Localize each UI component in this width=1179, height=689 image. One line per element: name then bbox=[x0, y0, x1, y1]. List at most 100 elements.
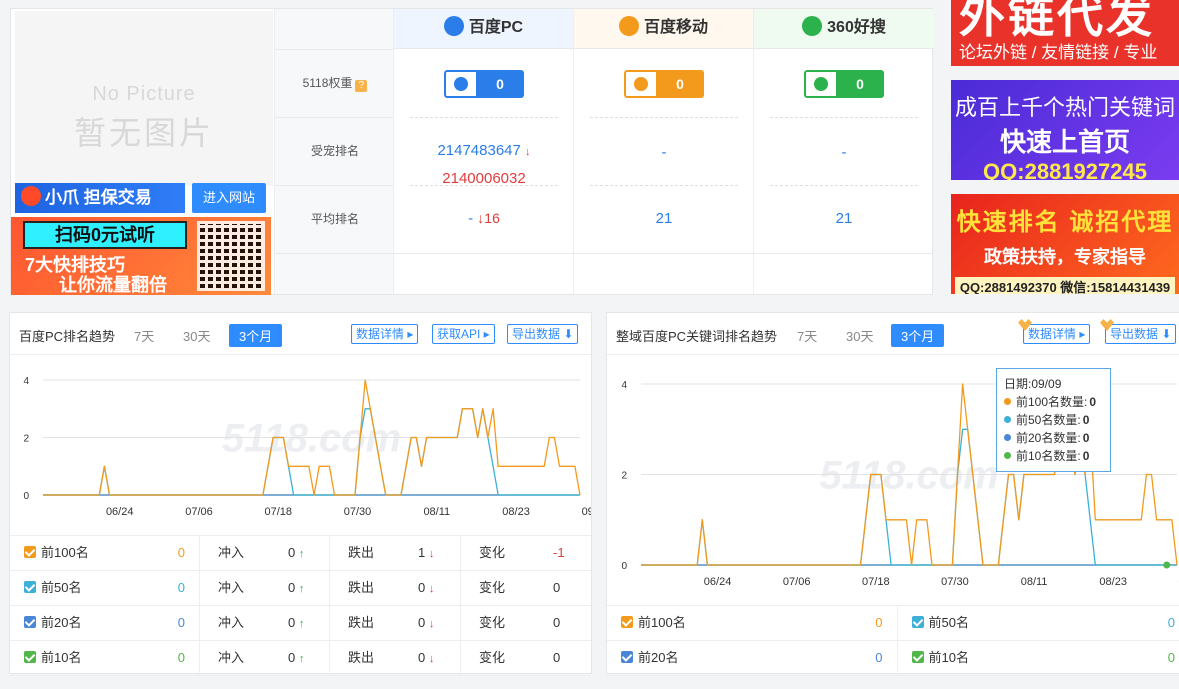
ad-keywords[interactable]: 成百上千个热门关键词 快速上首页 QQ:2881927245 bbox=[951, 80, 1179, 180]
range-30d[interactable]: 30天 bbox=[846, 326, 873, 345]
ad1-subline: 论坛外链 / 友情链接 / 专业 bbox=[959, 43, 1158, 62]
nopic-zh: 暂无图片 bbox=[73, 115, 214, 151]
site-overview-card: No Picture 暂无图片 小爪 担保交易 进入网站 扫码0元试听 7大快排… bbox=[10, 8, 934, 295]
arrow-down-icon: ↓ bbox=[428, 583, 435, 595]
change-value: 0 bbox=[553, 580, 561, 595]
series-name: 前10名 bbox=[41, 650, 82, 665]
x-tick-label: 07/18 bbox=[862, 576, 890, 588]
series-name: 前100名 bbox=[41, 545, 89, 560]
x-tick-label: 07/18 bbox=[264, 506, 292, 518]
enter-site-button[interactable]: 进入网站 bbox=[192, 183, 266, 213]
xiaozhua-logo-icon bbox=[21, 186, 41, 206]
export-data-button[interactable]: 导出数据 ⬇ bbox=[1100, 319, 1177, 344]
checkbox-icon[interactable] bbox=[621, 651, 633, 663]
series-dot-icon bbox=[1004, 416, 1011, 423]
series-name: 前20名 bbox=[638, 650, 679, 665]
y-tick-label: 4 bbox=[621, 380, 627, 391]
checkbox-icon[interactable] bbox=[24, 546, 36, 558]
series-count: 0 bbox=[177, 545, 185, 560]
rush-in-cell: 冲入 0 ↑ bbox=[200, 571, 330, 605]
checkbox-icon[interactable] bbox=[911, 616, 924, 628]
range-7d[interactable]: 7天 bbox=[134, 326, 154, 345]
avg-rank-value: 21 bbox=[655, 210, 673, 227]
export-data-button[interactable]: 导出数据 ⬇ bbox=[507, 324, 579, 344]
domain-stats-table: 前100名 0 前50名 0 前20名 0 前10名 0 bbox=[607, 605, 1179, 676]
help-icon[interactable]: ? bbox=[355, 80, 368, 92]
panel-header: 百度PC排名趋势 7天 30天 3个月 数据详情 ▸ 获取API ▸ 导出数据 … bbox=[10, 313, 591, 355]
series-toggle[interactable]: 前20名 0 bbox=[607, 641, 898, 675]
series-toggle[interactable]: 前100名 0 bbox=[10, 536, 200, 570]
chart-tooltip: 日期:09/09 前100名数量: 0 前50名数量: 0 前20名数量: 0 前10名数量… bbox=[996, 368, 1111, 472]
series-toggle[interactable]: 前100名 0 bbox=[607, 606, 898, 640]
engine-col-baidu-pc: 百度PC 0 2147483647 ↓ 2140006032 - ↓16 bbox=[394, 9, 574, 294]
range-7d[interactable]: 7天 bbox=[797, 326, 817, 345]
rush-in-value: 0 ↑ bbox=[288, 615, 305, 630]
rush-in-cell: 冲入 0 ↑ bbox=[200, 536, 330, 570]
panel-title: 百度PC排名趋势 bbox=[19, 329, 116, 344]
range-3m[interactable]: 3个月 bbox=[891, 324, 945, 347]
drop-out-cell: 跌出 1 ↓ bbox=[330, 536, 461, 570]
360-search-icon bbox=[804, 70, 836, 98]
rush-in-cell: 冲入 0 ↑ bbox=[200, 606, 330, 640]
arrow-down-icon: ↓ bbox=[428, 618, 435, 630]
baidu-paw-icon bbox=[444, 70, 476, 98]
checkbox-icon[interactable] bbox=[911, 651, 924, 663]
y-tick-label: 0 bbox=[23, 491, 29, 502]
avg-rank-label: 平均排名 bbox=[275, 185, 395, 253]
stats-row: 前20名 0 冲入 0 ↑ 跌出 0 ↓ 变化 0 bbox=[10, 606, 591, 641]
engine-head-baidu-pc: 百度PC bbox=[394, 9, 573, 49]
range-30d[interactable]: 30天 bbox=[183, 326, 210, 345]
baidu-pc-trend-panel: 百度PC排名趋势 7天 30天 3个月 数据详情 ▸ 获取API ▸ 导出数据 … bbox=[9, 312, 592, 676]
x-tick-label: 06/24 bbox=[106, 506, 134, 518]
x-tick-label: 07/06 bbox=[783, 576, 811, 588]
metric-labels: 5118权重? 受宠排名 平均排名 bbox=[274, 9, 395, 294]
watermark-text: 5118.com bbox=[222, 417, 401, 461]
drop-out-value: 0 ↓ bbox=[418, 615, 435, 630]
ad-backlinks[interactable]: 外链代发 论坛外链 / 友情链接 / 专业 bbox=[951, 0, 1179, 66]
hover-point-marker bbox=[1163, 561, 1171, 569]
promo-banner[interactable]: 扫码0元试听 7大快排技巧 让你流量翻倍 bbox=[11, 217, 271, 295]
checkbox-icon[interactable] bbox=[24, 651, 36, 663]
change-cell: 变化 0 bbox=[461, 606, 591, 640]
escrow-banner[interactable]: 小爪 担保交易 bbox=[15, 183, 185, 213]
site-thumbnail-placeholder: No Picture 暂无图片 bbox=[15, 11, 273, 186]
favored-rank-value: - bbox=[661, 144, 667, 161]
checkbox-icon[interactable] bbox=[24, 616, 36, 628]
engine-head-360: 360好搜 bbox=[754, 9, 934, 49]
drop-out-value: 0 ↓ bbox=[418, 580, 435, 595]
ad2-line-2: 快速上首页 bbox=[999, 127, 1130, 157]
stats-row: 前50名 0 冲入 0 ↑ 跌出 0 ↓ 变化 0 bbox=[10, 571, 591, 606]
baidu-paw-icon bbox=[443, 16, 464, 36]
tooltip-row: 前100名数量: 0 bbox=[1004, 393, 1103, 411]
series-toggle[interactable]: 前10名 0 bbox=[898, 641, 1179, 675]
x-tick-label: 08/23 bbox=[1099, 576, 1127, 588]
data-detail-button[interactable]: 数据详情 ▸ bbox=[1018, 319, 1091, 344]
data-detail-button[interactable]: 数据详情 ▸ bbox=[351, 324, 419, 344]
ad3-line-1: 快速排名 诚招代理 bbox=[956, 209, 1174, 236]
checkbox-icon[interactable] bbox=[24, 581, 36, 593]
range-3m[interactable]: 3个月 bbox=[229, 324, 283, 347]
drop-out-cell: 跌出 0 ↓ bbox=[330, 571, 461, 605]
checkbox-icon[interactable] bbox=[621, 616, 633, 628]
weight-badge-360: 0 bbox=[804, 70, 884, 98]
favored-rank-value: - bbox=[841, 144, 847, 161]
baidu-mobile-icon bbox=[618, 16, 639, 36]
arrow-up-icon: ↑ bbox=[298, 618, 305, 630]
series-count: 0 bbox=[177, 650, 185, 665]
series-toggle[interactable]: 前10名 0 bbox=[10, 641, 200, 675]
series-toggle[interactable]: 前50名 0 bbox=[10, 571, 200, 605]
series-name: 前20名 bbox=[41, 615, 82, 630]
favored-rank-value[interactable]: 2147483647 ↓ bbox=[394, 142, 574, 159]
stats-row: 前20名 0 前10名 0 bbox=[607, 641, 1179, 676]
rush-in-value: 0 ↑ bbox=[288, 545, 305, 560]
ad2-line-1: 成百上千个热门关键词 bbox=[954, 95, 1175, 120]
get-api-button[interactable]: 获取API ▸ bbox=[432, 324, 495, 344]
series-toggle[interactable]: 前50名 0 bbox=[898, 606, 1179, 640]
ad-fast-rank[interactable]: 快速排名 诚招代理 政策扶持，专家指导 QQ:2881492370 微信:158… bbox=[951, 194, 1179, 294]
series-toggle[interactable]: 前20名 0 bbox=[10, 606, 200, 640]
avg-rank-value: 21 bbox=[835, 210, 853, 227]
rank-trend-chart[interactable]: 5118.com 0 2 4 06/24 07/06 07/18 07/30 08/11 08/2… bbox=[10, 356, 591, 536]
tooltip-row: 前10名数量: 0 bbox=[1004, 447, 1103, 465]
x-tick-label: 08/23 bbox=[502, 506, 530, 518]
stats-row: 前100名 0 前50名 0 bbox=[607, 606, 1179, 641]
